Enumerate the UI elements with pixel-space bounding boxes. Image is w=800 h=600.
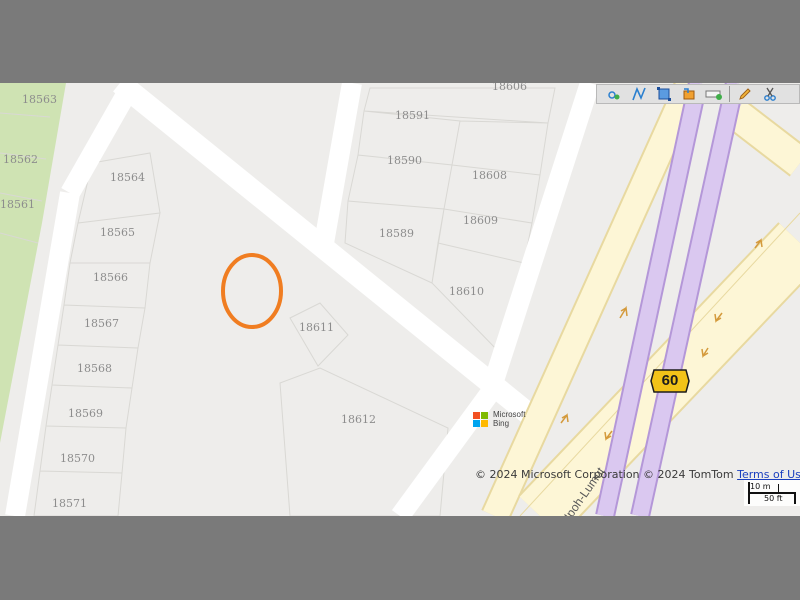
toolbar-separator bbox=[729, 86, 730, 102]
parcel-label: 18562 bbox=[3, 153, 38, 166]
parcel-label: 18590 bbox=[387, 154, 422, 167]
map-canvas[interactable]: Ipoh-Lumut 18563 18562 18561 18564 18565… bbox=[0, 83, 800, 516]
cut-scissors-icon[interactable] bbox=[759, 85, 781, 103]
zoom-to-area-icon[interactable] bbox=[653, 85, 675, 103]
route-shield-number: 60 bbox=[661, 372, 679, 389]
dimmed-background-bottom bbox=[0, 516, 800, 600]
parcel-label: 18565 bbox=[100, 226, 135, 239]
layers-icon[interactable] bbox=[678, 85, 700, 103]
map-view[interactable]: Ipoh-Lumut 18563 18562 18561 18564 18565… bbox=[0, 83, 800, 516]
toggle-view-icon[interactable] bbox=[703, 85, 725, 103]
bing-logo-text: Microsoft Bing bbox=[493, 410, 526, 428]
parcel-label: 18610 bbox=[449, 285, 484, 298]
parcel-label: 18567 bbox=[84, 317, 119, 330]
copyright-text: © 2024 Microsoft Corporation © 2024 TomT… bbox=[475, 468, 738, 481]
bing-logo[interactable]: Microsoft Bing bbox=[473, 408, 543, 430]
zoom-to-point-icon[interactable] bbox=[603, 85, 625, 103]
scale-bar: 10 m 50 ft bbox=[744, 480, 800, 506]
parcel-label: 18564 bbox=[110, 171, 145, 184]
microsoft-logo-icon bbox=[473, 411, 488, 427]
edit-pencil-icon[interactable] bbox=[734, 85, 756, 103]
scale-imperial-label: 50 ft bbox=[764, 494, 783, 503]
parcel-label: 18591 bbox=[395, 109, 430, 122]
parcel-label: 18570 bbox=[60, 452, 95, 465]
measure-line-icon[interactable] bbox=[628, 85, 650, 103]
parcel-label: 18589 bbox=[379, 227, 414, 240]
parcel-label: 18571 bbox=[52, 497, 87, 510]
map-toolbar bbox=[596, 84, 800, 104]
parcel-label: 18563 bbox=[22, 93, 57, 106]
parcel-label: 18609 bbox=[463, 214, 498, 227]
parcel-label: 18611 bbox=[299, 321, 334, 334]
parcel-label: 18566 bbox=[93, 271, 128, 284]
parcel-label: 18568 bbox=[77, 362, 112, 375]
parcel-label: 18569 bbox=[68, 407, 103, 420]
parcel-label: 18612 bbox=[341, 413, 376, 426]
parcel-label: 18606 bbox=[492, 83, 527, 93]
dimmed-background-top bbox=[0, 0, 800, 83]
scale-metric-label: 10 m bbox=[750, 482, 771, 491]
parcel-label: 18608 bbox=[472, 169, 507, 182]
route-shield: 60 bbox=[650, 368, 690, 394]
parcel-label: 18561 bbox=[0, 198, 35, 211]
